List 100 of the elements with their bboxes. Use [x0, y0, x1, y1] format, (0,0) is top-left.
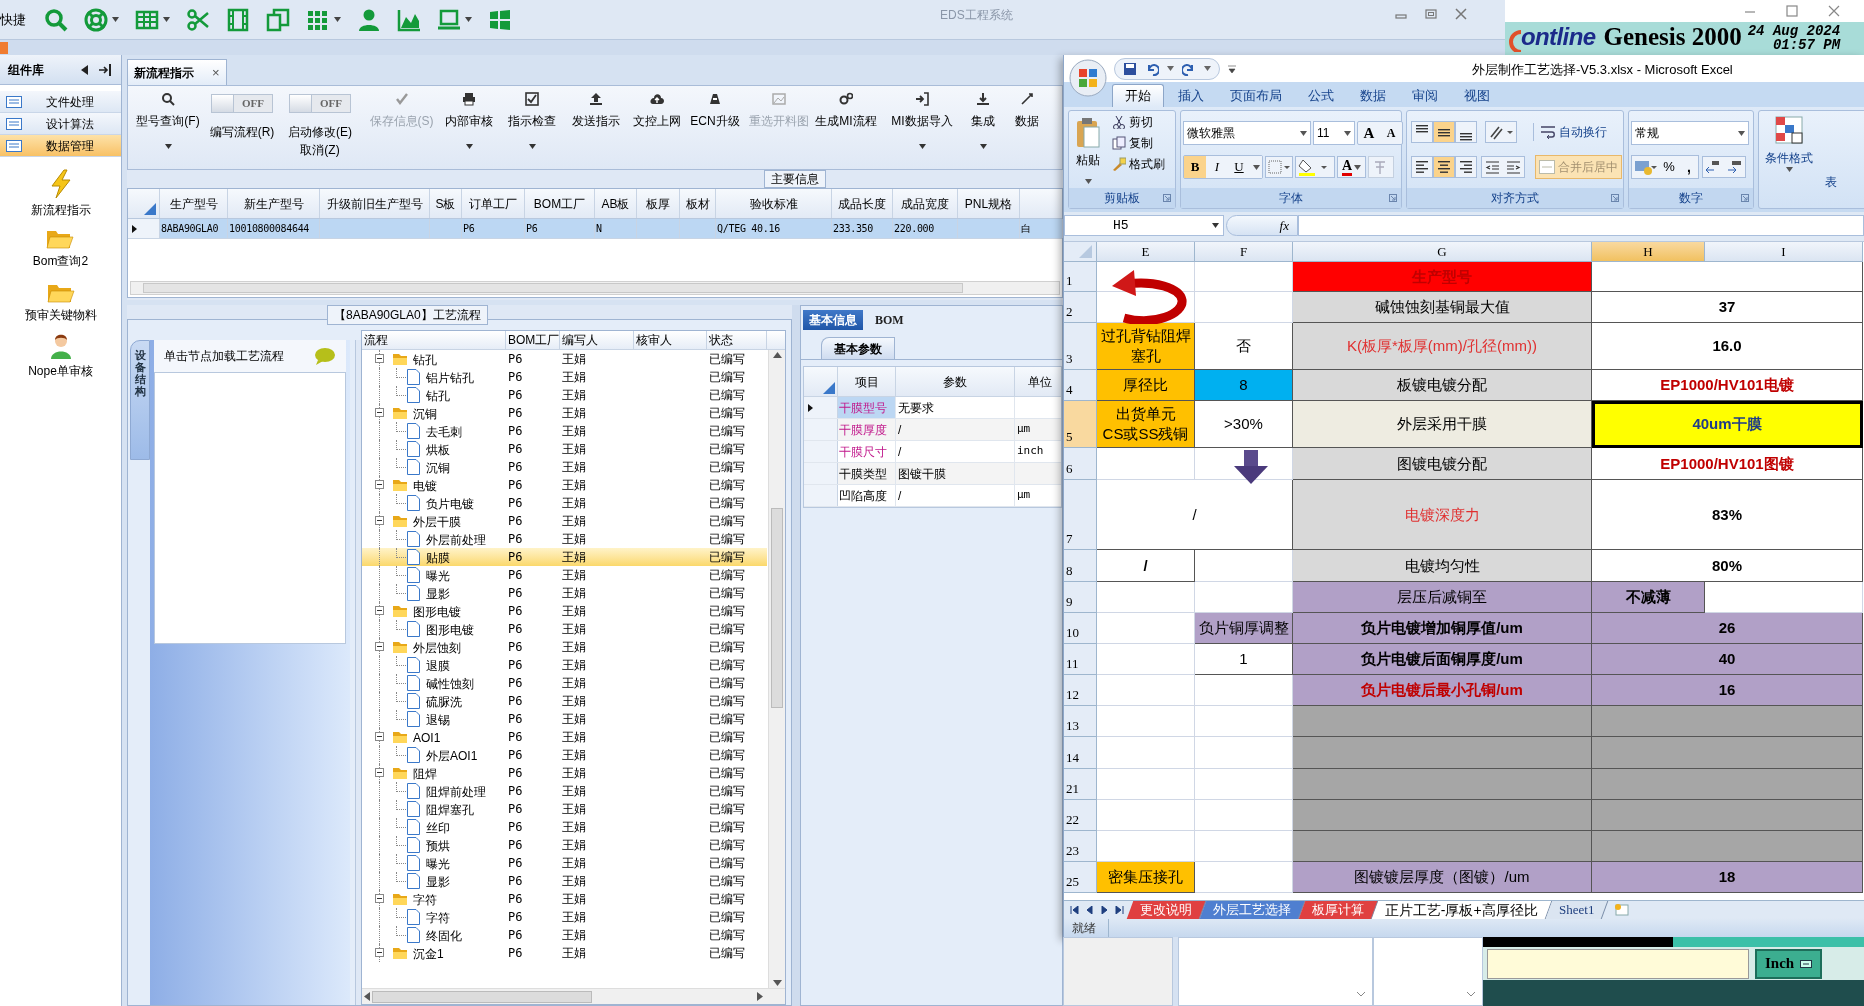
tool-label[interactable]: Bom查询2 — [32, 252, 89, 270]
tree-item[interactable]: 硫脲洗 — [425, 693, 463, 711]
collapse-node-icon[interactable] — [375, 732, 384, 741]
tree-item[interactable]: 丝印 — [425, 819, 451, 837]
align-left-icon[interactable] — [1411, 156, 1433, 178]
close-icon[interactable] — [1828, 5, 1840, 17]
bold-button[interactable]: B — [1184, 156, 1206, 178]
tool-label[interactable]: 新流程指示 — [30, 201, 91, 219]
scroll-up-icon[interactable] — [772, 352, 782, 358]
dropdown-caret-icon[interactable] — [465, 17, 472, 22]
sheet-tab[interactable]: 更改说明 — [1126, 900, 1207, 919]
paste-button[interactable]: 粘贴 — [1075, 117, 1101, 169]
font-color-button[interactable]: A — [1337, 156, 1367, 178]
ribbon-tab[interactable]: 审阅 — [1400, 84, 1450, 107]
dropdown-caret-icon[interactable] — [164, 144, 172, 149]
table-row[interactable]: 8ABA90GLA0 10010800084644 P6 P6 N Q/TEG 40.16 233.350 220.000 白 — [128, 219, 1062, 239]
tree-row[interactable]: 图形电镀 P6 王娟 已编写 — [362, 602, 767, 620]
row-header[interactable]: 5 — [1064, 401, 1097, 448]
tree-item[interactable]: 沉金1 — [412, 945, 445, 963]
conditional-format-button[interactable]: 条件格式 — [1765, 115, 1813, 172]
tree-item[interactable]: 负片电镀 — [425, 495, 475, 513]
row-header[interactable]: 14 — [1064, 737, 1097, 769]
user-icon[interactable] — [48, 332, 73, 360]
next-sheet-icon[interactable] — [1100, 905, 1109, 914]
toggle-switch[interactable]: OFF — [211, 94, 273, 113]
clipboard-button[interactable]: 剪切 — [1111, 113, 1154, 131]
underline-button[interactable]: U — [1228, 156, 1250, 178]
tree-item[interactable]: 图形电镀 — [412, 603, 462, 621]
sheet-tab[interactable]: 板厚计算 — [1298, 900, 1379, 919]
close-tab-button[interactable]: × — [212, 62, 220, 83]
tree-row[interactable]: 字符 P6 王娟 已编写 — [362, 890, 767, 908]
collapse-node-icon[interactable] — [375, 948, 384, 957]
tree-item[interactable]: 字符 — [425, 909, 451, 927]
dropdown-caret-icon[interactable] — [918, 144, 926, 149]
toolbar-button[interactable]: 生成MI流程 — [813, 90, 879, 130]
tree-row[interactable]: 丝印 P6 王娟 已编写 — [362, 818, 767, 836]
collapse-node-icon[interactable] — [375, 354, 384, 363]
grow-font-button[interactable]: A — [1358, 122, 1380, 144]
column-header[interactable]: PNL规格 — [958, 189, 1020, 218]
row-header[interactable]: 22 — [1064, 800, 1097, 831]
row-header[interactable]: 11 — [1064, 644, 1097, 675]
collapse-node-icon[interactable] — [375, 768, 384, 777]
chevron-down-icon[interactable] — [1466, 991, 1476, 997]
row-header[interactable]: 21 — [1064, 769, 1097, 800]
fill-color-icon[interactable] — [1295, 156, 1335, 178]
windows-logo-icon[interactable] — [488, 7, 512, 32]
tree-row[interactable]: 硫脲洗 P6 王娟 已编写 — [362, 692, 767, 710]
dropdown-caret-icon[interactable] — [465, 144, 473, 149]
row-header[interactable]: 7 — [1064, 480, 1097, 550]
save-icon[interactable] — [1123, 61, 1137, 76]
dropdown-caret-icon[interactable] — [979, 144, 987, 149]
input-field[interactable] — [1487, 948, 1749, 979]
font-size-dropdown[interactable]: 11 — [1313, 121, 1355, 145]
tree-item[interactable]: 显影 — [425, 585, 451, 603]
scroll-down-icon[interactable] — [772, 980, 782, 986]
maximize-icon[interactable] — [1786, 5, 1798, 17]
dropdown-caret-icon[interactable] — [163, 17, 170, 22]
font-name-dropdown[interactable]: 微软雅黑 — [1183, 121, 1311, 145]
dialog-launcher-icon[interactable] — [1611, 194, 1619, 202]
row-header[interactable]: 9 — [1064, 582, 1097, 613]
tree-row[interactable]: 显影 P6 王娟 已编写 — [362, 584, 767, 602]
dropdown-caret-icon[interactable] — [334, 17, 341, 22]
column-header[interactable]: BOM工厂 — [525, 189, 595, 218]
tree-item[interactable]: 烘板 — [425, 441, 451, 459]
tab[interactable]: BOM — [869, 310, 910, 330]
collapse-node-icon[interactable] — [375, 480, 384, 489]
toolbar-button[interactable]: 发送指示 — [570, 90, 622, 130]
row-header[interactable] — [128, 219, 160, 238]
tree-row[interactable]: 铝片钻孔 P6 王娟 已编写 — [362, 368, 767, 386]
collapse-node-icon[interactable] — [375, 606, 384, 615]
tree-item[interactable]: 钻孔 — [425, 387, 451, 405]
tree-item[interactable]: 铝片钻孔 — [425, 369, 475, 387]
tree-row[interactable]: 图形电镀 P6 王娟 已编写 — [362, 620, 767, 638]
ribbon-tab[interactable]: 页面布局 — [1218, 84, 1294, 107]
shrink-font-button[interactable]: A — [1380, 122, 1402, 144]
percent-button[interactable]: % — [1658, 156, 1680, 178]
copy-icon[interactable] — [266, 7, 290, 32]
tree-row[interactable]: 阻焊前处理 P6 王娟 已编写 — [362, 782, 767, 800]
clipboard-button[interactable]: 复制 — [1111, 134, 1154, 152]
tree-item[interactable]: 退锡 — [425, 711, 451, 729]
orientation-icon[interactable] — [1485, 121, 1517, 143]
column-header[interactable]: 成品长度 — [832, 189, 893, 218]
name-box[interactable]: H5 — [1064, 215, 1224, 236]
toolbar-button[interactable]: 数据 — [1013, 90, 1041, 130]
tree-row[interactable]: 负片电镀 P6 王娟 已编写 — [362, 494, 767, 512]
tree-item[interactable]: 电镀 — [412, 477, 438, 495]
tree-item[interactable]: 退膜 — [425, 657, 451, 675]
row-header[interactable] — [804, 397, 838, 418]
column-header[interactable]: AB板 — [595, 189, 637, 218]
column-header[interactable]: 流程 — [362, 331, 506, 349]
tree-row[interactable]: 退膜 P6 王娟 已编写 — [362, 656, 767, 674]
column-header[interactable]: F — [1195, 242, 1293, 262]
tree-row[interactable]: 贴膜 P6 王娟 已编写 — [362, 548, 767, 566]
sheet-tab[interactable]: 正片工艺-厚板+高厚径比 — [1371, 900, 1553, 919]
tree-row[interactable]: 外层蚀刻 P6 王娟 已编写 — [362, 638, 767, 656]
collapse-node-icon[interactable] — [375, 642, 384, 651]
tree-item[interactable]: 沉铜 — [425, 459, 451, 477]
column-header[interactable]: 升级前旧生产型号 — [320, 189, 430, 218]
tool-label[interactable]: Nope单审核 — [28, 362, 93, 380]
tree-item[interactable]: 曝光 — [425, 567, 451, 585]
